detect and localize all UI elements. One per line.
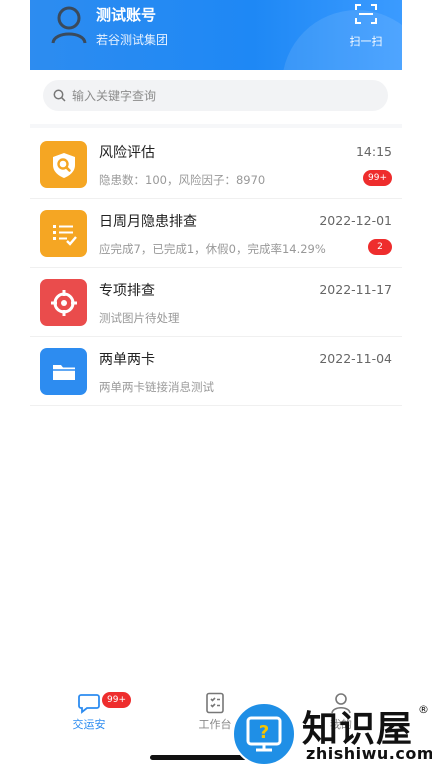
clipboard-icon bbox=[206, 692, 224, 714]
unread-badge: 2 bbox=[368, 239, 392, 255]
watermark-registered: ® bbox=[418, 703, 429, 716]
search-bar[interactable] bbox=[43, 80, 388, 111]
list-item-hazard-check[interactable]: 日周月隐患排查 2022-12-01 应完成7，已完成1，休假0，完成率14.2… bbox=[30, 199, 402, 268]
unread-badge: 99+ bbox=[363, 170, 392, 186]
tab-badge: 99+ bbox=[102, 692, 131, 708]
scan-button[interactable]: 扫一扫 bbox=[344, 2, 388, 52]
tab-jiaoyunan[interactable]: 交运安 99+ bbox=[44, 692, 134, 732]
phone-content: 测试账号 若谷测试集团 扫一扫 输入关键字查询 风险评估 14:15 隐患数：1… bbox=[30, 0, 402, 768]
chat-icon bbox=[78, 694, 100, 714]
item-subtitle: 两单两卡链接消息测试 bbox=[99, 380, 214, 394]
avatar-icon bbox=[51, 6, 87, 44]
search-icon bbox=[53, 89, 66, 102]
item-subtitle: 隐患数：100，风险因子：8970 bbox=[99, 173, 266, 187]
app-screen: 测试账号 若谷测试集团 扫一扫 输入关键字查询 风险评估 14:15 隐患数：1… bbox=[0, 0, 432, 768]
svg-text:?: ? bbox=[259, 722, 269, 743]
item-title: 两单两卡 bbox=[99, 352, 155, 368]
item-title: 专项排查 bbox=[99, 283, 155, 299]
watermark: ? 知识屋 ® zhishiwu.com bbox=[232, 700, 432, 768]
account-name: 测试账号 bbox=[96, 6, 157, 24]
search-input[interactable] bbox=[72, 88, 372, 103]
folder-icon bbox=[40, 348, 87, 395]
watermark-logo-icon: ? bbox=[232, 702, 296, 766]
list-item-special-check[interactable]: 专项排查 2022-11-17 测试图片待处理 bbox=[30, 268, 402, 337]
item-subtitle: 测试图片待处理 bbox=[99, 311, 180, 325]
list-item-risk-assessment[interactable]: 风险评估 14:15 隐患数：100，风险因子：8970 99+ bbox=[30, 130, 402, 199]
list-item-two-forms[interactable]: 两单两卡 2022-11-04 两单两卡链接消息测试 bbox=[30, 337, 402, 406]
watermark-url: zhishiwu.com bbox=[306, 744, 432, 763]
tab-label: 交运安 bbox=[72, 718, 106, 731]
message-list: 风险评估 14:15 隐患数：100，风险因子：8970 99+ 日周月隐患排查… bbox=[30, 130, 402, 406]
item-time: 2022-11-17 bbox=[319, 282, 392, 297]
scan-icon bbox=[355, 4, 377, 24]
account-org: 若谷测试集团 bbox=[96, 33, 169, 47]
item-title: 风险评估 bbox=[99, 145, 155, 161]
item-time: 14:15 bbox=[355, 144, 392, 159]
divider bbox=[30, 124, 402, 128]
item-time: 2022-12-01 bbox=[319, 213, 392, 228]
item-time: 2022-11-04 bbox=[319, 351, 392, 366]
checklist-icon bbox=[40, 210, 87, 257]
shield-search-icon bbox=[40, 141, 87, 188]
item-title: 日周月隐患排查 bbox=[99, 214, 197, 230]
header-banner: 测试账号 若谷测试集团 扫一扫 bbox=[30, 0, 402, 70]
scan-label: 扫一扫 bbox=[349, 35, 383, 48]
target-icon bbox=[40, 279, 87, 326]
item-subtitle: 应完成7，已完成1，休假0，完成率14.29% bbox=[99, 242, 326, 256]
